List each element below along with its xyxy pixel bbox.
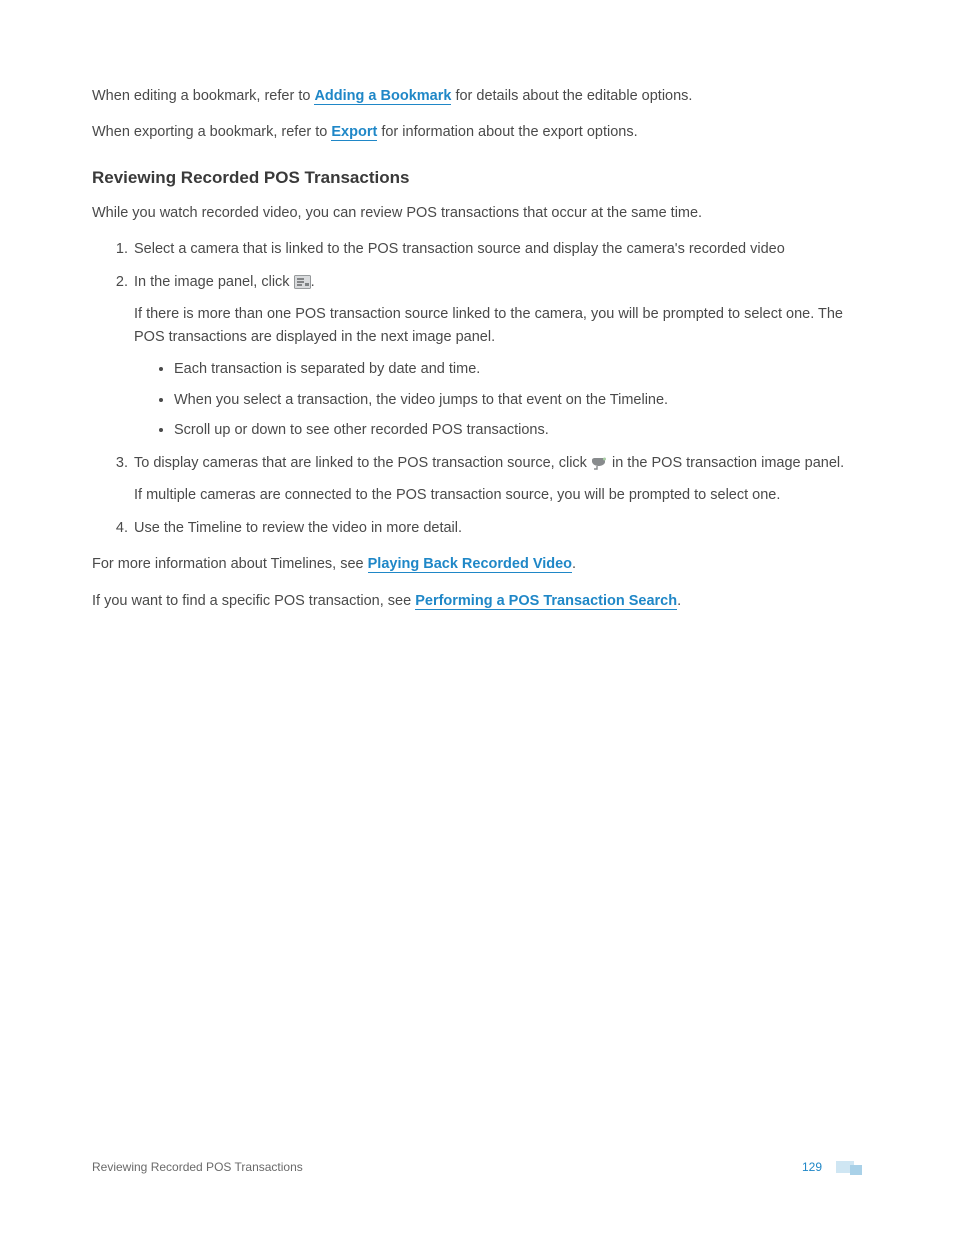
- step-paragraph: If there is more than one POS transactio…: [134, 303, 862, 348]
- footer-page-group: 129: [802, 1159, 862, 1175]
- steps-list: Select a camera that is linked to the PO…: [92, 238, 862, 539]
- paragraph-pos-search: If you want to find a specific POS trans…: [92, 590, 862, 612]
- step-text: in the POS transaction image panel.: [608, 455, 844, 471]
- receipt-icon: [294, 275, 311, 289]
- text-fragment: When editing a bookmark, refer to: [92, 88, 314, 104]
- document-page: When editing a bookmark, refer to Adding…: [0, 0, 954, 1235]
- section-heading: Reviewing Recorded POS Transactions: [92, 168, 862, 188]
- step-sublist: Each transaction is separated by date an…: [134, 358, 862, 441]
- link-export[interactable]: Export: [331, 124, 377, 141]
- step-4: Use the Timeline to review the video in …: [132, 517, 862, 539]
- text-fragment: If you want to find a specific POS trans…: [92, 593, 415, 609]
- camera-icon: [591, 456, 608, 470]
- step-text: Select a camera that is linked to the PO…: [134, 241, 785, 257]
- step-text: Use the Timeline to review the video in …: [134, 520, 462, 536]
- text-fragment: When exporting a bookmark, refer to: [92, 124, 331, 140]
- text-fragment: .: [572, 556, 576, 572]
- paragraph-export-bookmark: When exporting a bookmark, refer to Expo…: [92, 121, 862, 143]
- paragraph-timelines: For more information about Timelines, se…: [92, 553, 862, 575]
- step-3: To display cameras that are linked to th…: [132, 452, 862, 507]
- step-2: In the image panel, click . If there is …: [132, 271, 862, 442]
- page-footer: Reviewing Recorded POS Transactions 129: [92, 1159, 862, 1175]
- text-fragment: For more information about Timelines, se…: [92, 556, 368, 572]
- paragraph-intro: While you watch recorded video, you can …: [92, 202, 862, 224]
- step-text: To display cameras that are linked to th…: [134, 455, 591, 471]
- step-subitem: Each transaction is separated by date an…: [174, 358, 862, 380]
- link-playing-back-video[interactable]: Playing Back Recorded Video: [368, 556, 572, 573]
- page-number: 129: [802, 1160, 822, 1174]
- footer-title: Reviewing Recorded POS Transactions: [92, 1160, 303, 1174]
- link-pos-transaction-search[interactable]: Performing a POS Transaction Search: [415, 593, 677, 610]
- text-fragment: for details about the editable options.: [455, 88, 692, 104]
- link-adding-bookmark[interactable]: Adding a Bookmark: [314, 88, 451, 105]
- footer-decoration-icon: [836, 1159, 862, 1175]
- text-fragment: .: [677, 593, 681, 609]
- text-fragment: for information about the export options…: [381, 124, 637, 140]
- paragraph-edit-bookmark: When editing a bookmark, refer to Adding…: [92, 85, 862, 107]
- step-subitem: When you select a transaction, the video…: [174, 389, 862, 411]
- step-paragraph: If multiple cameras are connected to the…: [134, 484, 862, 506]
- step-subitem: Scroll up or down to see other recorded …: [174, 419, 862, 441]
- step-text: .: [311, 274, 315, 290]
- step-1: Select a camera that is linked to the PO…: [132, 238, 862, 260]
- step-text: In the image panel, click: [134, 274, 294, 290]
